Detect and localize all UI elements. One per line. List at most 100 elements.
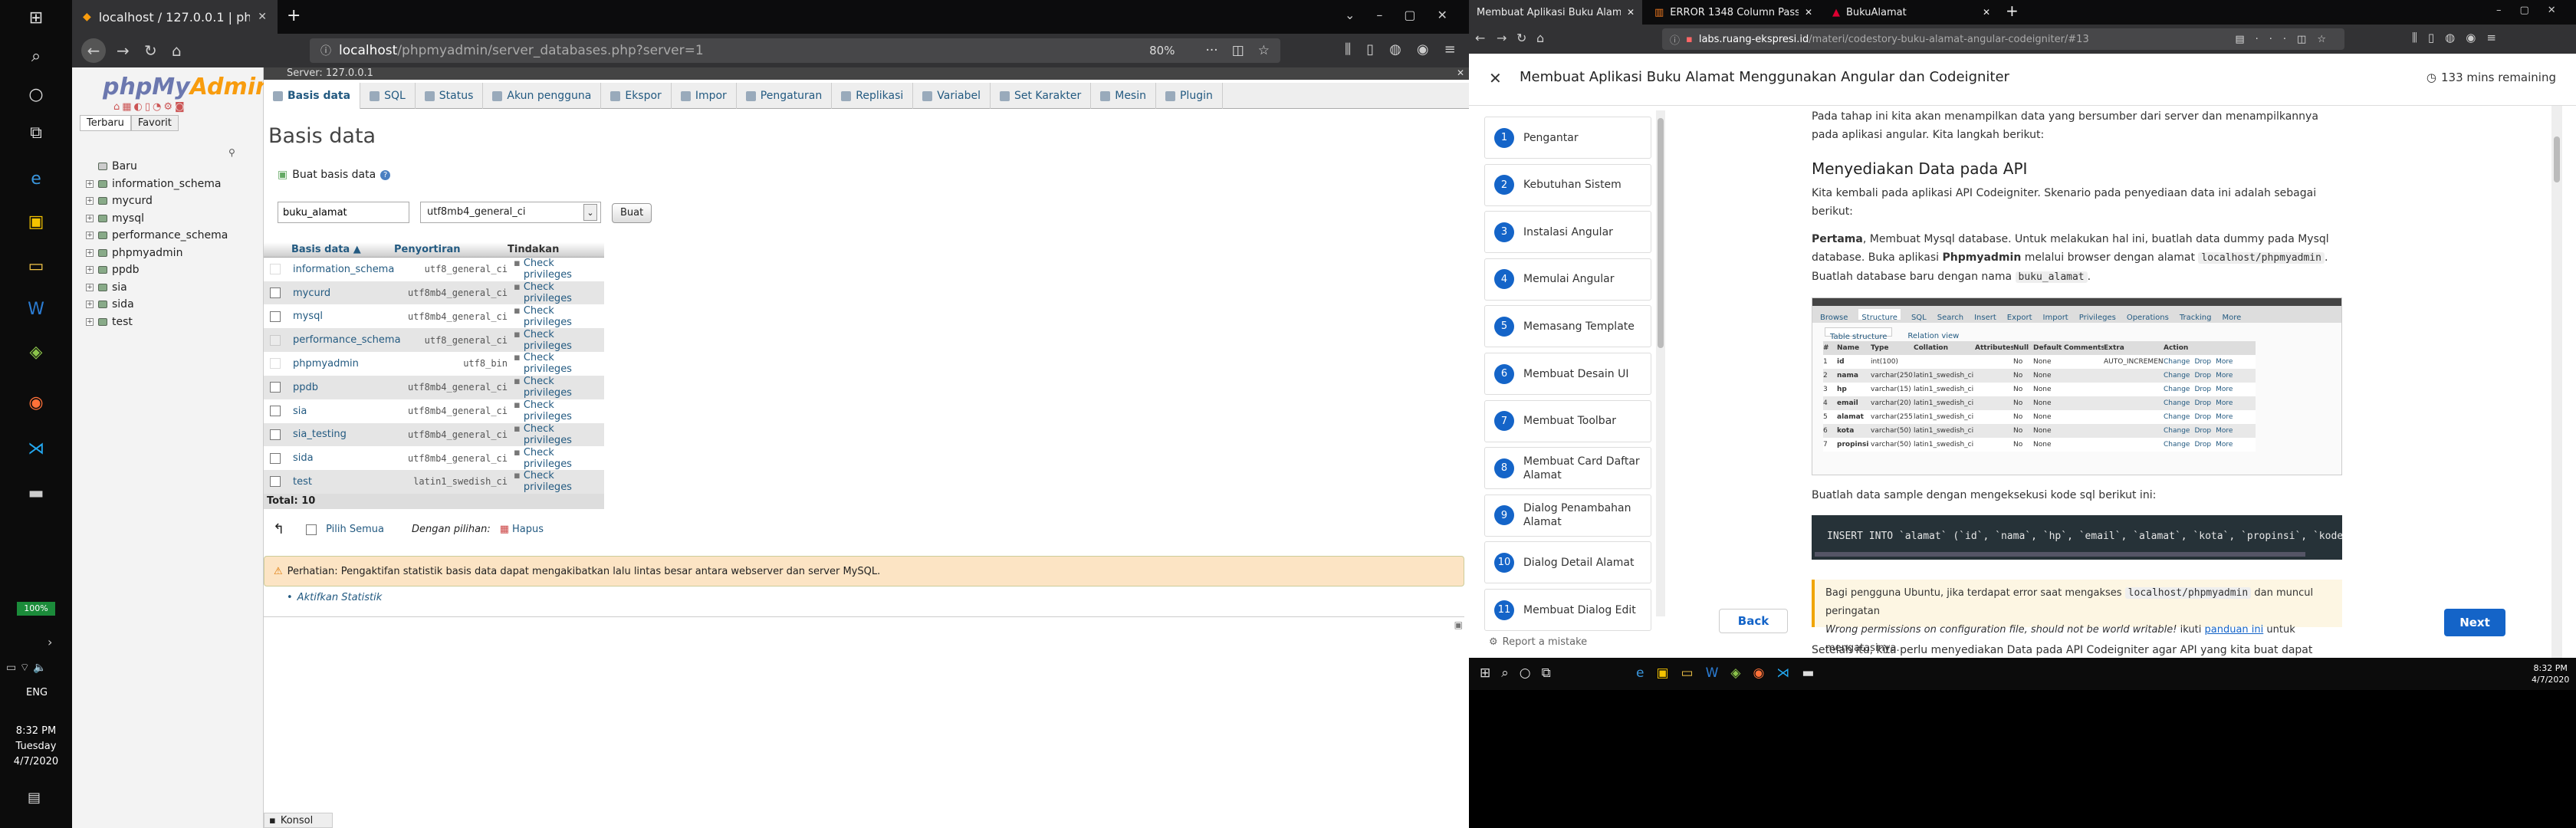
pma-nav-icons[interactable]: ⌂▦◐▯◔⚙◙ bbox=[113, 101, 187, 113]
task-view-icon[interactable]: ⧉ bbox=[21, 118, 51, 147]
tree-item[interactable]: + phpmyadmin bbox=[86, 245, 228, 262]
db-name-link[interactable]: sia_testing bbox=[293, 429, 347, 440]
tree-item[interactable]: + sia bbox=[86, 279, 228, 297]
tab-phpmyadmin[interactable]: ◆ localhost / 127.0.0.1 | phpMyA ✕ bbox=[72, 0, 278, 34]
report-mistake[interactable]: ⚙ Report a mistake bbox=[1489, 636, 1587, 648]
close-tab-icon[interactable]: ✕ bbox=[1983, 7, 1990, 18]
check-privileges-link[interactable]: ▪ Check privileges bbox=[514, 329, 604, 352]
firefox-icon[interactable]: ◉ bbox=[21, 388, 51, 417]
tab-settings[interactable]: Pengaturan bbox=[737, 83, 833, 109]
back-button[interactable]: Back bbox=[1719, 609, 1788, 633]
row-checkbox[interactable] bbox=[270, 382, 281, 393]
step-item[interactable]: 1 Pengantar bbox=[1484, 117, 1651, 159]
window-controls[interactable]: –▢✕ bbox=[2496, 5, 2574, 16]
check-privileges-link[interactable]: ▪ Check privileges bbox=[514, 470, 604, 493]
print-icon[interactable]: ▣ bbox=[1454, 619, 1463, 630]
close-tab-icon[interactable]: ✕ bbox=[1627, 7, 1635, 18]
taskbar-pinned[interactable]: e▣▭W◈◉⋊▬ bbox=[1636, 665, 1826, 681]
windows-start-icon[interactable]: ⊞ bbox=[21, 3, 51, 32]
tab-bukualamat[interactable]: ▲ BukuAlamat ✕ bbox=[1825, 0, 1998, 25]
tab-favorites[interactable]: Favorit bbox=[130, 115, 179, 131]
col-database[interactable]: Basis data ▲ bbox=[291, 244, 361, 255]
url-actions[interactable]: ▤···◫☆ bbox=[2235, 34, 2337, 45]
check-privileges-link[interactable]: ▪ Check privileges bbox=[514, 281, 604, 304]
toolbar-icons[interactable]: ⫼▯◍◉≡ bbox=[2412, 31, 2507, 44]
check-privileges-link[interactable]: ▪ Check privileges bbox=[514, 423, 604, 446]
db-name-link[interactable]: phpmyadmin bbox=[293, 358, 359, 370]
db-name-link[interactable]: performance_schema bbox=[293, 334, 401, 346]
word-icon[interactable]: W bbox=[21, 294, 51, 324]
step-item[interactable]: 2 Kebutuhan Sistem bbox=[1484, 163, 1651, 206]
close-tab-icon[interactable]: ✕ bbox=[258, 11, 267, 23]
taskbar-apps[interactable]: ⊞⌕○⧉ bbox=[1480, 665, 1562, 681]
tab-import[interactable]: Impor bbox=[672, 83, 737, 109]
toolbar-icons[interactable]: ⫼▯◍◉≡ bbox=[1345, 41, 1471, 58]
url-bar[interactable]: ⓘ localhost/phpmyadmin/server_databases.… bbox=[310, 38, 1280, 63]
check-privileges-link[interactable]: ▪ Check privileges bbox=[514, 258, 604, 281]
tree-item[interactable]: + mycurd bbox=[86, 192, 228, 210]
tab-replication[interactable]: Replikasi bbox=[832, 83, 914, 109]
code-scrollbar[interactable] bbox=[1815, 552, 2305, 557]
step-item[interactable]: 7 Membuat Toolbar bbox=[1484, 399, 1651, 442]
tab-export[interactable]: Ekspor bbox=[601, 83, 672, 109]
row-checkbox[interactable] bbox=[270, 334, 281, 346]
step-item[interactable]: 11 Membuat Dialog Edit bbox=[1484, 589, 1651, 631]
pma-logo[interactable]: phpMyAdmin bbox=[103, 74, 271, 100]
home-icon[interactable]: ⌂ bbox=[172, 41, 182, 60]
info-icon[interactable]: ⓘ bbox=[1670, 32, 1680, 47]
tab-recent[interactable]: Terbaru bbox=[80, 115, 131, 131]
home-icon[interactable]: ⌂ bbox=[1536, 31, 1544, 45]
forward-icon[interactable]: → bbox=[1497, 31, 1506, 45]
steps-scrollbar[interactable] bbox=[1656, 110, 1665, 616]
row-checkbox[interactable] bbox=[270, 476, 281, 488]
tree-item[interactable]: + ppdb bbox=[86, 261, 228, 279]
check-privileges-link[interactable]: ▪ Check privileges bbox=[514, 305, 604, 328]
info-icon[interactable]: ⓘ bbox=[320, 43, 331, 58]
zoom-level[interactable]: 80% bbox=[1149, 44, 1175, 58]
create-db-name-input[interactable] bbox=[278, 202, 409, 223]
select-all-checkbox[interactable] bbox=[306, 524, 317, 535]
store-icon[interactable]: ▣ bbox=[21, 207, 51, 236]
link-icon[interactable]: ⚲ bbox=[228, 147, 235, 158]
row-checkbox[interactable] bbox=[270, 406, 281, 417]
step-item[interactable]: 9 Dialog Penambahan Alamat bbox=[1484, 494, 1651, 537]
step-item[interactable]: 6 Membuat Desain UI bbox=[1484, 353, 1651, 395]
row-checkbox[interactable] bbox=[270, 264, 281, 275]
window-controls[interactable]: ⌄–▢✕ bbox=[1345, 8, 1469, 22]
row-checkbox[interactable] bbox=[270, 288, 281, 299]
forward-icon[interactable]: → bbox=[117, 41, 130, 60]
back-icon[interactable]: ← bbox=[81, 38, 106, 63]
layers-app-icon[interactable]: ◈ bbox=[21, 337, 51, 366]
row-checkbox[interactable] bbox=[270, 310, 281, 322]
check-privileges-link[interactable]: ▪ Check privileges bbox=[514, 352, 604, 375]
more-icon[interactable]: ··· bbox=[1205, 43, 1217, 58]
collapse-icon[interactable]: ✕ bbox=[1457, 67, 1464, 78]
db-name-link[interactable]: sida bbox=[293, 452, 314, 464]
content-scrollbar[interactable] bbox=[2551, 106, 2562, 658]
back-icon[interactable]: ← bbox=[1475, 31, 1485, 45]
tab-sql[interactable]: SQL bbox=[360, 83, 416, 109]
db-name-link[interactable]: mycurd bbox=[293, 288, 330, 299]
pocket-icon[interactable]: ◫ bbox=[1232, 43, 1244, 58]
check-privileges-link[interactable]: ▪ Check privileges bbox=[514, 399, 604, 422]
tab-databases[interactable]: Basis data bbox=[264, 83, 361, 109]
right-clock[interactable]: 8:32 PM 4/7/2020 bbox=[2532, 662, 2569, 685]
step-item[interactable]: 4 Memulai Angular bbox=[1484, 258, 1651, 301]
tab-engines[interactable]: Mesin bbox=[1091, 83, 1156, 109]
enable-stats[interactable]: • Aktifkan Statistik bbox=[287, 592, 382, 603]
tree-item[interactable]: + mysql bbox=[86, 210, 228, 228]
edge-icon[interactable]: e bbox=[21, 164, 51, 193]
create-button[interactable]: Buat bbox=[612, 203, 652, 223]
step-item[interactable]: 8 Membuat Card Daftar Alamat bbox=[1484, 447, 1651, 490]
notifications-icon[interactable]: ▤ bbox=[28, 790, 41, 806]
terminal-icon[interactable]: ▬ bbox=[21, 478, 51, 508]
reload-icon[interactable]: ↻ bbox=[1516, 31, 1526, 45]
tree-new[interactable]: Baru bbox=[86, 158, 228, 176]
collation-select[interactable]: utf8mb4_general_ci ⌄ bbox=[420, 202, 601, 223]
tab-error[interactable]: ▥ERROR 1348 Column Passwo✕ bbox=[1647, 0, 1820, 25]
row-checkbox[interactable] bbox=[270, 429, 281, 440]
check-privileges-link[interactable]: ▪ Check privileges bbox=[514, 447, 604, 470]
breadcrumb[interactable]: Server: 127.0.0.1 bbox=[264, 67, 1469, 80]
clock[interactable]: 8:32 PM Tuesday 4/7/2020 bbox=[0, 724, 72, 770]
tab-status[interactable]: Status bbox=[416, 83, 484, 109]
